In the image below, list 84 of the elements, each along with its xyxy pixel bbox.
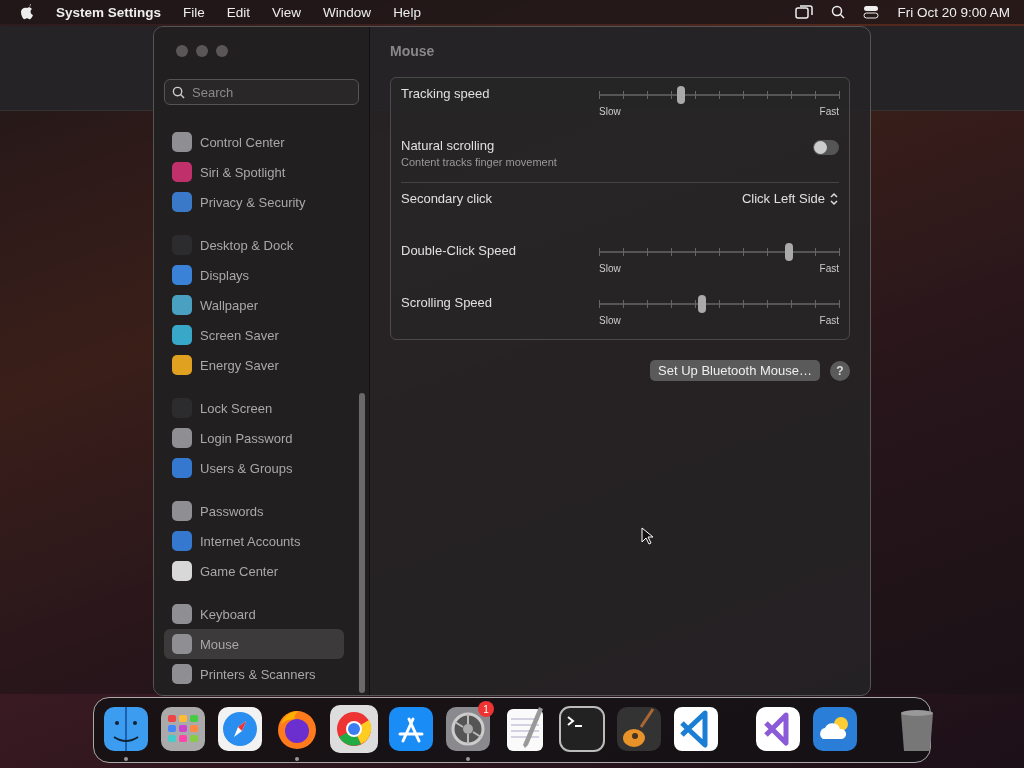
- setting-label: Tracking speed: [401, 86, 490, 101]
- sidebar-item[interactable]: Control Center: [164, 127, 344, 157]
- pointer-icon: [641, 527, 653, 545]
- sidebar-item[interactable]: Screen Saver: [164, 320, 344, 350]
- search-icon[interactable]: [831, 5, 846, 19]
- setting-label: Double-Click Speed: [401, 243, 516, 258]
- infinity-ribbon-icon: [754, 705, 802, 753]
- pane-title: Mouse: [390, 43, 436, 59]
- settings-tile-icon: [172, 428, 192, 448]
- dock-app[interactable]: [102, 705, 150, 763]
- setting-label: Natural scrolling: [401, 138, 496, 153]
- sidebar-item[interactable]: Mouse: [164, 629, 344, 659]
- menu-item[interactable]: Window: [323, 4, 372, 20]
- slider-thumb[interactable]: [676, 86, 685, 104]
- notification-badge: 1: [478, 701, 494, 717]
- slider[interactable]: [599, 86, 839, 104]
- sidebar-item[interactable]: Users & Groups: [164, 453, 344, 483]
- slider-thumb[interactable]: [698, 295, 707, 313]
- chevron-icon: [829, 191, 839, 206]
- min-label: Slow: [599, 315, 621, 326]
- settings-tile-icon: [172, 634, 192, 654]
- settings-tile-icon: [172, 501, 192, 521]
- menu-item[interactable]: View: [272, 4, 302, 20]
- settings-tile-icon: [172, 325, 192, 345]
- min-label: Slow: [599, 263, 621, 274]
- setting-description: Content tracks finger movement: [401, 156, 557, 168]
- setup-bluetooth-button[interactable]: Set Up Bluetooth Mouse…: [650, 360, 820, 381]
- toggle-switch[interactable]: [813, 140, 839, 155]
- settings-tile-icon: [172, 604, 192, 624]
- settings-tile-icon: [172, 458, 192, 478]
- menu-item[interactable]: Help: [393, 4, 421, 20]
- menu-item[interactable]: Edit: [226, 4, 251, 20]
- settings-tile-icon: [172, 295, 192, 315]
- dock-app[interactable]: 1: [444, 705, 492, 763]
- clock[interactable]: Fri Oct 20 9:00 AM: [897, 4, 1010, 20]
- settings-tile-icon: [172, 132, 192, 152]
- sidebar-item[interactable]: Desktop & Dock: [164, 230, 344, 260]
- popup-button[interactable]: Click Left Side: [741, 191, 839, 206]
- app-store-a-icon: [387, 705, 435, 753]
- code-ribbon-icon: [672, 705, 720, 753]
- settings-tile-icon: [172, 192, 192, 212]
- settings-tile-icon: [172, 162, 192, 182]
- apple-logo-icon[interactable]: [20, 4, 34, 20]
- max-label: Fast: [819, 263, 839, 274]
- finder-face-icon: [102, 705, 150, 753]
- settings-tile-icon: [172, 664, 192, 684]
- search-field[interactable]: Search: [164, 79, 359, 105]
- sidebar-item[interactable]: Keyboard: [164, 599, 344, 629]
- sidebar-item[interactable]: Game Center: [164, 556, 344, 586]
- slider[interactable]: [599, 243, 839, 261]
- sidebar-item[interactable]: Displays: [164, 260, 344, 290]
- scrollbar[interactable]: [359, 393, 365, 693]
- setting-label: Scrolling Speed: [401, 295, 493, 310]
- app-grid-icon: [159, 705, 207, 753]
- search-icon: [172, 86, 185, 99]
- max-label: Fast: [819, 106, 839, 117]
- slider-thumb[interactable]: [784, 243, 793, 261]
- sidebar-item[interactable]: Internet Accounts: [164, 526, 344, 556]
- guitar-icon: [615, 705, 663, 753]
- toggles-icon[interactable]: [863, 5, 880, 19]
- menu-item[interactable]: File: [183, 4, 205, 20]
- cloud-sun-icon: [811, 705, 859, 753]
- sidebar-item[interactable]: Wallpaper: [164, 290, 344, 320]
- min-label: Slow: [599, 106, 621, 117]
- settings-tile-icon: [172, 531, 192, 551]
- terminal-prompt-icon: [558, 705, 606, 753]
- sidebar-item[interactable]: Energy Saver: [164, 350, 344, 380]
- settings-tile-icon: [172, 561, 192, 581]
- compass-icon: [216, 705, 264, 753]
- sidebar-item[interactable]: Privacy & Security: [164, 187, 344, 217]
- gear-icon: [444, 705, 492, 753]
- sidebar-item[interactable]: Printers & Scanners: [164, 659, 344, 689]
- sidebar-item[interactable]: Login Password: [164, 423, 344, 453]
- help-button[interactable]: ?: [830, 360, 850, 381]
- sidebar-item[interactable]: Siri & Spotlight: [164, 157, 344, 187]
- slider[interactable]: [599, 295, 839, 313]
- sidebar-item[interactable]: Passwords: [164, 496, 344, 526]
- app-menu[interactable]: System Settings: [56, 4, 162, 20]
- settings-tile-icon: [172, 265, 192, 285]
- window-stack-icon[interactable]: [795, 5, 814, 19]
- settings-tile-icon: [172, 355, 192, 375]
- max-label: Fast: [819, 315, 839, 326]
- setting-label: Secondary click: [401, 191, 493, 206]
- sidebar-item[interactable]: Lock Screen: [164, 393, 344, 423]
